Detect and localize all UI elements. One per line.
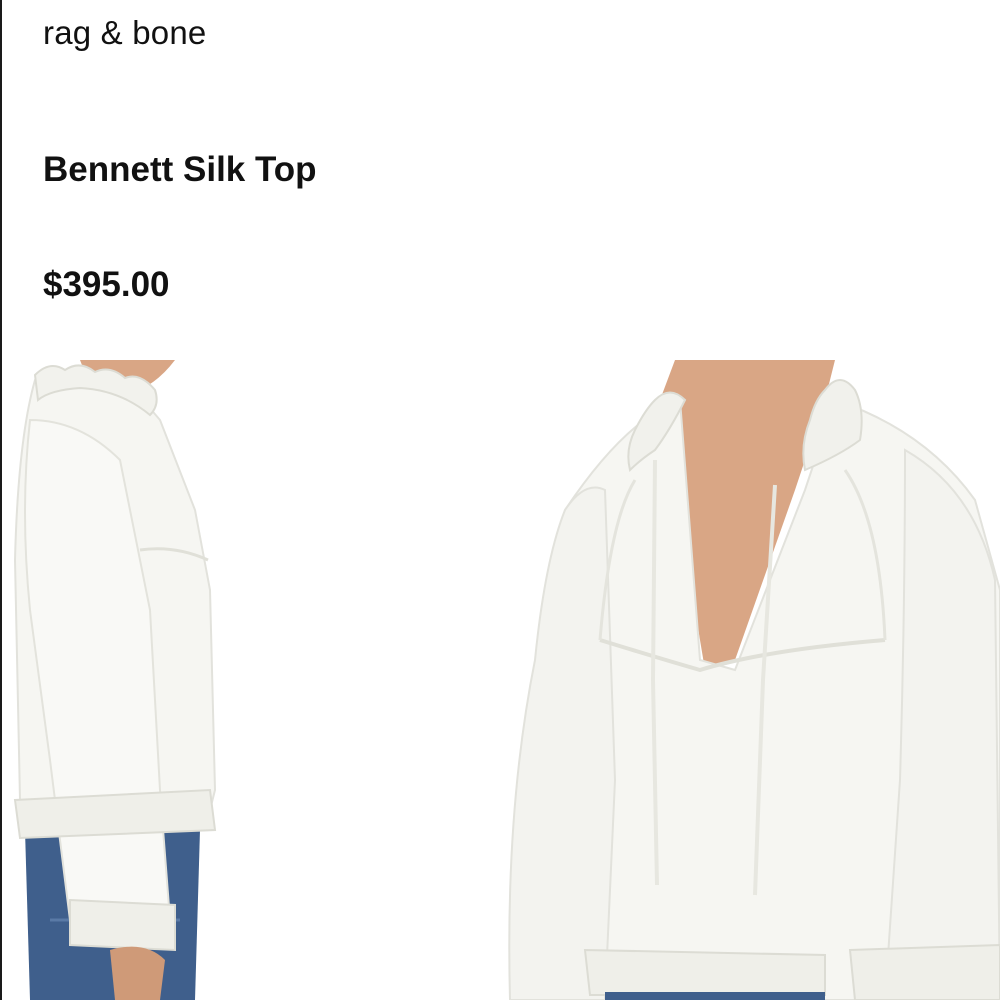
product-image-front[interactable] bbox=[505, 360, 1000, 1000]
left-border bbox=[0, 0, 2, 1000]
brand-name[interactable]: rag & bone bbox=[43, 14, 206, 52]
product-title: Bennett Silk Top bbox=[43, 150, 317, 189]
side-view-illustration bbox=[13, 360, 217, 1000]
product-image-side[interactable] bbox=[10, 360, 250, 1000]
product-price: $395.00 bbox=[43, 265, 170, 304]
front-view-illustration bbox=[508, 360, 1000, 1000]
